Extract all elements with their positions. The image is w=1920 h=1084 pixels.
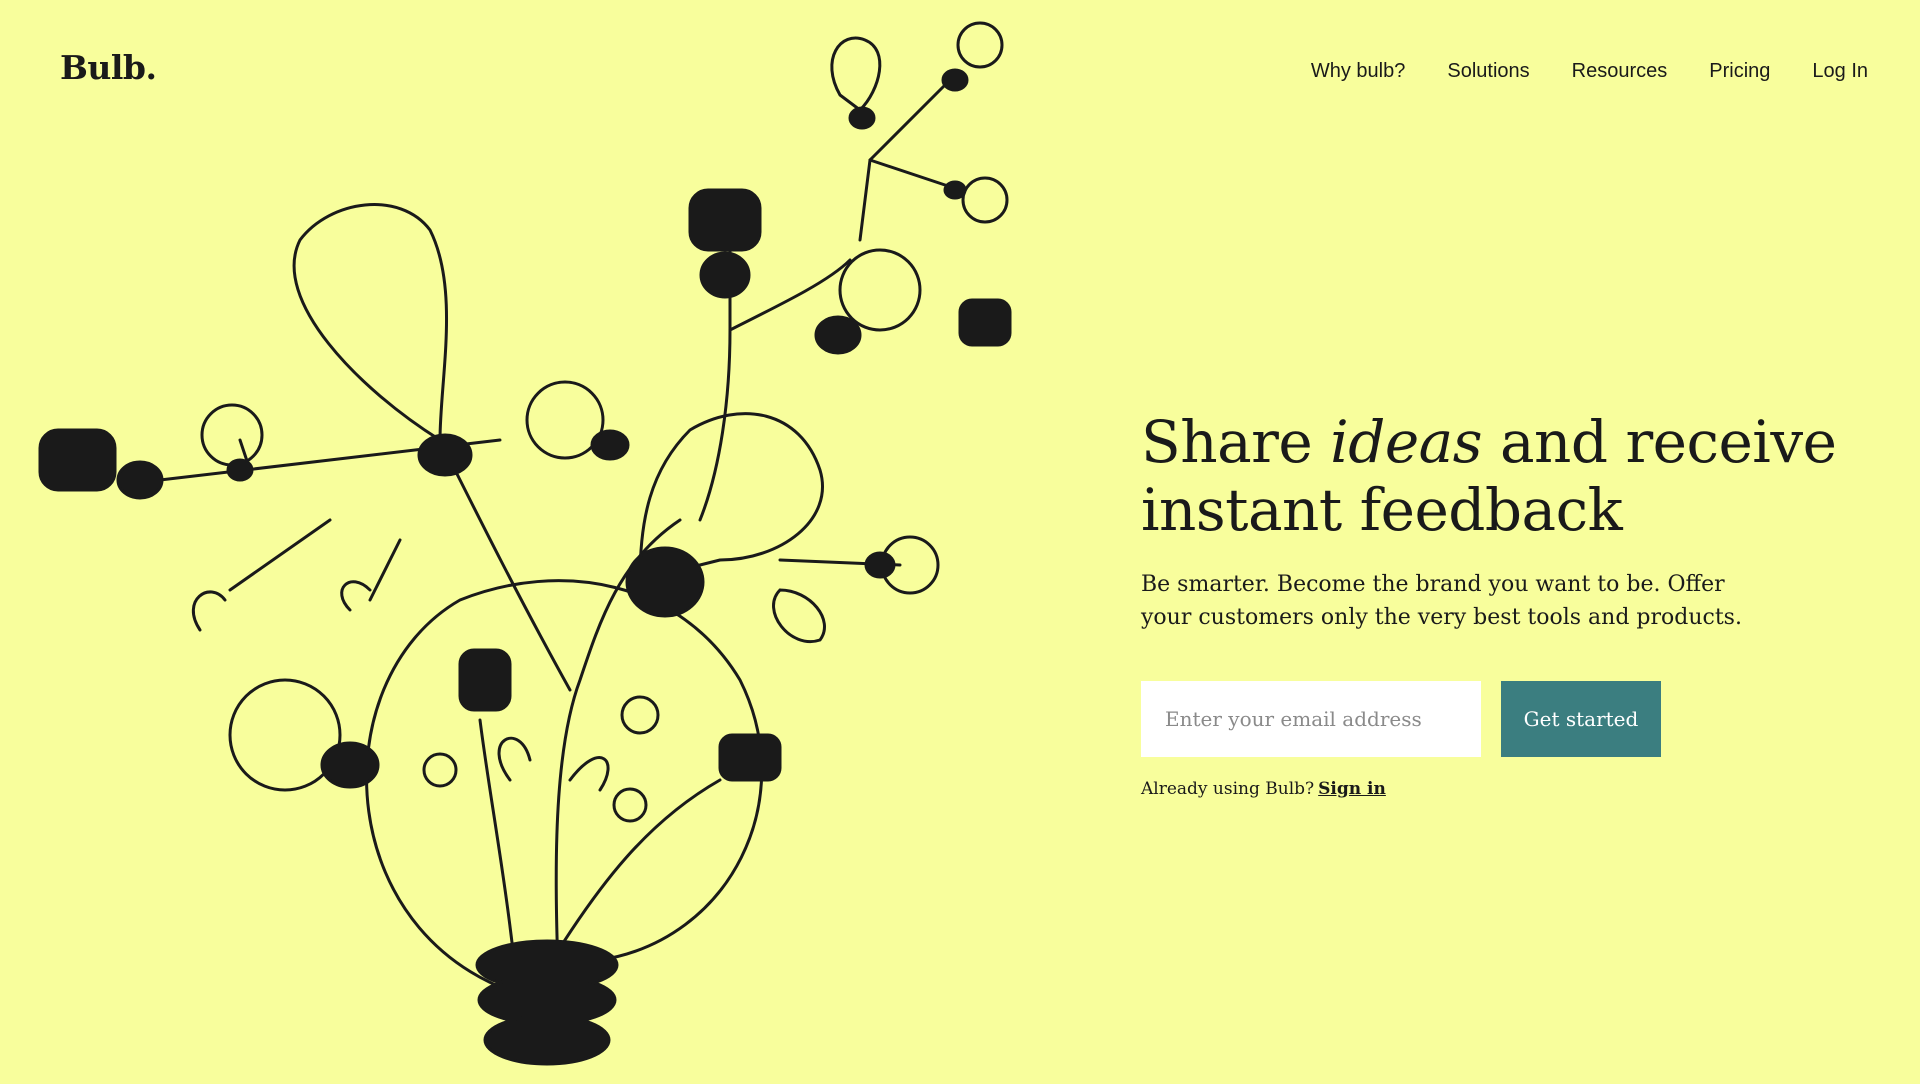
nav-resources[interactable]: Resources xyxy=(1572,60,1668,83)
nav-pricing[interactable]: Pricing xyxy=(1709,60,1770,83)
nav-log-in[interactable]: Log In xyxy=(1812,60,1868,83)
headline-emphasis: ideas xyxy=(1330,408,1483,476)
signup-form: Get started xyxy=(1141,681,1881,757)
nav-solutions[interactable]: Solutions xyxy=(1447,60,1529,83)
lightbulb-tree-illustration xyxy=(0,0,1060,1080)
headline-part: Share xyxy=(1141,408,1331,476)
hero-subtitle: Be smarter. Become the brand you want to… xyxy=(1141,572,1742,630)
already-using-text: Already using Bulb? xyxy=(1141,779,1315,799)
get-started-button[interactable]: Get started xyxy=(1501,681,1661,757)
top-nav: Why bulb? Solutions Resources Pricing Lo… xyxy=(1269,60,1868,83)
signin-prompt: Already using Bulb? Sign in xyxy=(1141,779,1881,799)
hero-headline: Share ideas and receive instant feedback xyxy=(1141,408,1881,544)
hero-section: Share ideas and receive instant feedback… xyxy=(1141,408,1881,799)
sign-in-link[interactable]: Sign in xyxy=(1318,779,1386,799)
nav-why-bulb[interactable]: Why bulb? xyxy=(1311,60,1406,83)
email-input[interactable] xyxy=(1141,681,1481,757)
